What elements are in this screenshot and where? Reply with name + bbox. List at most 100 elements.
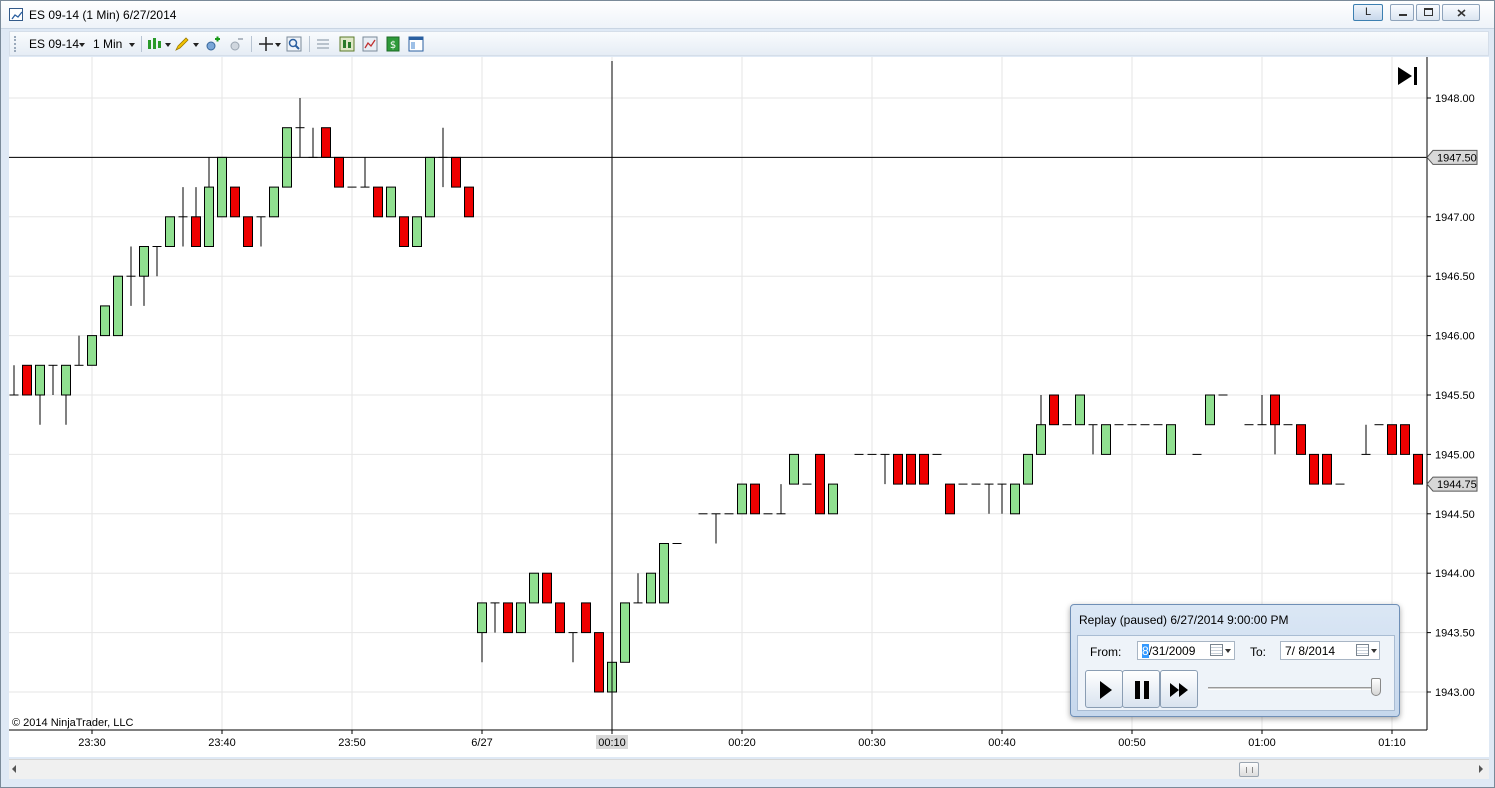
- price-tick-label: 1946.00: [1435, 331, 1475, 343]
- candle-down: [1413, 453, 1423, 485]
- candle-down: [464, 186, 474, 218]
- replay-speed-slider-thumb[interactable]: [1371, 678, 1381, 696]
- pause-button[interactable]: [1122, 670, 1160, 708]
- time-tick-label: 23:50: [338, 737, 366, 749]
- play-button[interactable]: [1085, 670, 1123, 708]
- candle-down: [451, 156, 461, 188]
- title-bar[interactable]: ES 09-14 (1 Min) 6/27/2014 L: [1, 1, 1494, 29]
- instrument-dropdown-arrow[interactable]: [79, 43, 85, 47]
- svg-text:$: $: [390, 40, 396, 51]
- candle-up: [620, 602, 630, 663]
- price-tick-label: 1944.00: [1435, 568, 1475, 580]
- horizontal-scrollbar[interactable]: [9, 759, 1489, 779]
- fast-forward-button[interactable]: [1160, 670, 1198, 708]
- candle-down: [503, 602, 513, 634]
- candle-down: [243, 216, 253, 248]
- price-tick-label: 1946.50: [1435, 271, 1475, 283]
- candle-up: [217, 156, 227, 218]
- candle-down: [1322, 453, 1332, 485]
- candle-up: [100, 305, 110, 337]
- time-tick-label: 6/27: [471, 737, 492, 749]
- time-tick-label: 23:40: [208, 737, 236, 749]
- fast-forward-icon: [1170, 683, 1188, 697]
- from-date-rest: /31/2009: [1148, 644, 1196, 658]
- candle-up: [1101, 424, 1111, 455]
- remove-indicator-icon[interactable]: [229, 36, 245, 52]
- candle-down: [22, 364, 32, 396]
- toolbar-grip[interactable]: [14, 36, 17, 52]
- candle-up: [789, 453, 799, 485]
- candle-up: [646, 572, 656, 604]
- candle-down: [750, 483, 760, 515]
- from-label: From:: [1090, 645, 1122, 659]
- calendar-icon[interactable]: [1356, 644, 1369, 656]
- replay-speed-slider-track[interactable]: [1208, 687, 1376, 690]
- crosshair-icon[interactable]: [258, 36, 274, 52]
- drawing-dropdown-arrow[interactable]: [193, 43, 199, 47]
- candle-down: [191, 216, 201, 248]
- price-tick-label: 1944.50: [1435, 509, 1475, 521]
- candle-up: [659, 543, 669, 604]
- to-date-dropdown-arrow[interactable]: [1371, 649, 1377, 653]
- zoom-icon[interactable]: [286, 36, 302, 52]
- replay-dialog[interactable]: Replay (paused) 6/27/2014 9:00:00 PM Fro…: [1070, 604, 1400, 717]
- candle-up: [61, 364, 71, 396]
- candle-down: [1400, 424, 1410, 455]
- candle-up: [113, 275, 123, 337]
- maximize-button[interactable]: [1416, 4, 1440, 21]
- chart-style-dropdown-arrow[interactable]: [165, 43, 171, 47]
- copyright-notice: © 2014 NinjaTrader, LLC: [12, 717, 134, 729]
- layout-icon[interactable]: [408, 36, 424, 52]
- candle-down: [815, 453, 825, 515]
- candle-up: [828, 483, 838, 515]
- candle-down: [906, 453, 916, 485]
- play-icon: [1100, 681, 1112, 699]
- candle-up: [269, 186, 279, 218]
- close-button[interactable]: [1442, 4, 1480, 21]
- money-icon[interactable]: $: [385, 36, 401, 52]
- add-indicator-icon[interactable]: [205, 36, 221, 52]
- toolbar-separator: [141, 36, 142, 52]
- chart-style-icon[interactable]: [147, 36, 163, 52]
- data-box-icon[interactable]: [339, 36, 355, 52]
- scroll-left-arrow-icon[interactable]: [12, 765, 16, 773]
- candle-up: [412, 216, 422, 248]
- candle-up: [1166, 424, 1176, 455]
- minimize-button[interactable]: [1390, 4, 1414, 21]
- candle-down: [321, 127, 331, 158]
- drawing-pencil-icon[interactable]: [174, 36, 190, 52]
- candle-up: [529, 572, 539, 604]
- candle-up: [1075, 394, 1085, 426]
- scroll-thumb[interactable]: [1239, 762, 1259, 777]
- strategy-icon[interactable]: [362, 36, 378, 52]
- candle-down: [542, 572, 552, 604]
- time-tick-label: 00:30: [858, 737, 886, 749]
- candle-down: [893, 453, 903, 485]
- scroll-right-arrow-icon[interactable]: [1479, 765, 1483, 773]
- to-date-value: 7/ 8/2014: [1285, 644, 1336, 658]
- candle-up: [1036, 424, 1046, 455]
- crosshair-dropdown-arrow[interactable]: [275, 43, 281, 47]
- replay-title: Replay (paused) 6/27/2014 9:00:00 PM: [1079, 613, 1289, 627]
- candle-up: [1023, 453, 1033, 485]
- candle-down: [334, 156, 344, 188]
- from-date-field[interactable]: 8/31/2009: [1137, 641, 1235, 660]
- candle-up: [204, 186, 214, 248]
- properties-icon[interactable]: [315, 36, 331, 52]
- candle-up: [425, 156, 435, 218]
- instrument-selector[interactable]: ES 09-14: [29, 37, 79, 51]
- candle-down: [594, 632, 604, 693]
- interval-selector[interactable]: 1 Min: [93, 37, 122, 51]
- from-date-selected-part: 8: [1142, 644, 1149, 658]
- layout-button[interactable]: L: [1353, 4, 1383, 21]
- to-date-field[interactable]: 7/ 8/2014: [1280, 641, 1380, 660]
- candle-down: [555, 602, 565, 634]
- from-date-dropdown-arrow[interactable]: [1225, 649, 1231, 653]
- interval-dropdown-arrow[interactable]: [129, 43, 135, 47]
- candle-down: [581, 602, 591, 634]
- candle-down: [399, 216, 409, 248]
- calendar-icon[interactable]: [1210, 644, 1223, 656]
- chart-toolbar: ES 09-14 1 Min $: [9, 31, 1489, 56]
- candle-down: [1270, 394, 1280, 426]
- price-tick-label: 1948.00: [1435, 93, 1475, 105]
